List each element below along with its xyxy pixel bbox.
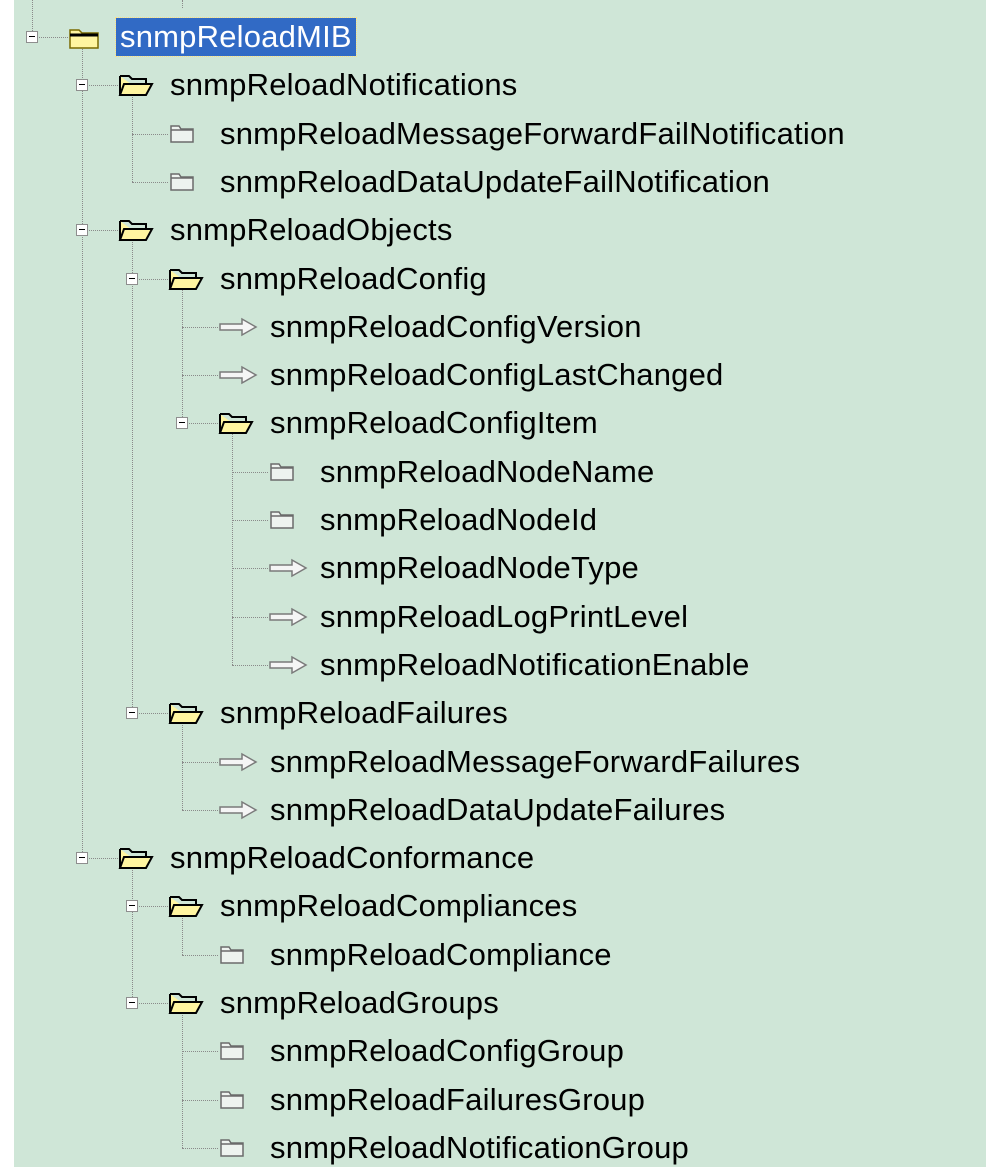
tree-connector-line — [132, 182, 168, 183]
tree-node[interactable]: snmpReloadGroups — [14, 980, 986, 1026]
tree-connector-line — [182, 762, 218, 763]
scalar-arrow-icon — [218, 364, 258, 391]
tree-connector-line — [182, 810, 218, 811]
folder-open-icon — [168, 266, 204, 297]
scalar-arrow-icon — [268, 606, 308, 633]
tree-connector-line — [182, 1100, 218, 1101]
collapse-toggle-icon[interactable] — [76, 852, 88, 864]
tree-connector-line — [232, 472, 268, 473]
collapse-toggle-icon[interactable] — [126, 707, 138, 719]
tree-connector-line — [232, 520, 268, 521]
tree-node-label[interactable]: snmpReloadMIB — [115, 17, 357, 57]
tree-node-label[interactable]: snmpReloadMessageForwardFailNotification — [216, 115, 849, 153]
scalar-arrow-icon — [218, 316, 258, 343]
tree-node-label[interactable]: snmpReloadConformance — [166, 839, 538, 877]
tree-connector-line — [182, 1051, 218, 1052]
tree-connector-line — [232, 665, 268, 666]
notification-icon — [268, 459, 296, 488]
collapse-toggle-icon[interactable] — [126, 900, 138, 912]
tree-node[interactable]: snmpReloadConfigLastChanged — [14, 352, 986, 398]
folder-closed-icon — [68, 24, 100, 55]
tree-node-label[interactable]: snmpReloadCompliances — [216, 887, 581, 925]
tree-node[interactable]: snmpReloadConfigVersion — [14, 304, 986, 350]
scalar-arrow-icon — [218, 751, 258, 778]
tree-node-label[interactable]: snmpReloadCompliance — [266, 936, 616, 974]
notification-icon — [218, 1087, 246, 1116]
tree-node[interactable]: snmpReloadObjects — [14, 207, 986, 253]
notification-icon — [268, 507, 296, 536]
scalar-arrow-icon — [218, 799, 258, 826]
tree-node[interactable]: snmpReloadDataUpdateFailNotification — [14, 159, 986, 205]
tree-node[interactable]: snmpReloadConfigGroup — [14, 1028, 986, 1074]
tree-node-label[interactable]: snmpReloadNodeName — [316, 453, 658, 491]
tree-node[interactable]: snmpReloadNodeId — [14, 497, 986, 543]
tree-node[interactable]: snmpReloadFailuresGroup — [14, 1077, 986, 1123]
folder-open-icon — [168, 990, 204, 1021]
tree-node[interactable]: snmpReloadCompliances — [14, 883, 986, 929]
tree-connector-line — [132, 134, 168, 135]
notification-icon — [218, 1135, 246, 1164]
tree-connector-line — [182, 327, 218, 328]
tree-node-label[interactable]: snmpReloadConfigItem — [266, 404, 602, 442]
tree-connector-line — [182, 1148, 218, 1149]
tree-view-border — [986, 0, 990, 1167]
tree-node-label[interactable]: snmpReloadNotifications — [166, 66, 522, 104]
tree-node-label[interactable]: snmpReloadGroups — [216, 984, 503, 1022]
tree-connector-line — [182, 955, 218, 956]
tree-node[interactable]: snmpReloadNodeName — [14, 449, 986, 495]
tree-node-label[interactable]: snmpReloadNotificationGroup — [266, 1129, 693, 1167]
tree-connector-line — [232, 568, 268, 569]
tree-node-label[interactable]: snmpReloadObjects — [166, 211, 457, 249]
folder-open-icon — [118, 72, 154, 103]
folder-open-icon — [118, 217, 154, 248]
tree-node-label[interactable]: snmpReloadConfig — [216, 260, 491, 298]
folder-open-icon — [218, 410, 254, 441]
tree-node-label[interactable]: snmpReloadNodeType — [316, 549, 643, 587]
tree-connector-line — [232, 617, 268, 618]
folder-open-icon — [118, 845, 154, 876]
tree-node[interactable]: snmpReloadFailures — [14, 690, 986, 736]
tree-node-label[interactable]: snmpReloadMessageForwardFailures — [266, 743, 804, 781]
tree-connector-line — [182, 375, 218, 376]
tree-connector-line — [182, 0, 183, 8]
tree-node[interactable]: snmpReloadCompliance — [14, 932, 986, 978]
tree-node[interactable]: snmpReloadMessageForwardFailures — [14, 739, 986, 785]
tree-node-label[interactable]: snmpReloadFailuresGroup — [266, 1081, 649, 1119]
scalar-arrow-icon — [268, 654, 308, 681]
tree-node-label[interactable]: snmpReloadDataUpdateFailNotification — [216, 163, 774, 201]
tree-node[interactable]: snmpReloadNotifications — [14, 62, 986, 108]
tree-node[interactable]: snmpReloadConfig — [14, 256, 986, 302]
collapse-toggle-icon[interactable] — [76, 224, 88, 236]
collapse-toggle-icon[interactable] — [26, 31, 38, 43]
tree-node[interactable]: snmpReloadNodeType — [14, 545, 986, 591]
folder-open-icon — [168, 700, 204, 731]
tree-node-label[interactable]: snmpReloadDataUpdateFailures — [266, 791, 729, 829]
tree-node[interactable]: snmpReloadMIB — [14, 14, 986, 60]
collapse-toggle-icon[interactable] — [76, 79, 88, 91]
tree-node-label[interactable]: snmpReloadConfigVersion — [266, 308, 646, 346]
tree-node-label[interactable]: snmpReloadNodeId — [316, 501, 601, 539]
tree-node[interactable]: snmpReloadNotificationEnable — [14, 642, 986, 688]
mib-tree-view[interactable]: snmpReloadMIB snmpReloadNotifications sn… — [14, 0, 986, 1167]
tree-node-label[interactable]: snmpReloadConfigGroup — [266, 1032, 628, 1070]
folder-open-icon — [168, 893, 204, 924]
tree-node-label[interactable]: snmpReloadNotificationEnable — [316, 646, 754, 684]
tree-node-label[interactable]: snmpReloadConfigLastChanged — [266, 356, 727, 394]
tree-node[interactable]: snmpReloadLogPrintLevel — [14, 594, 986, 640]
scalar-arrow-icon — [268, 557, 308, 584]
tree-node[interactable]: snmpReloadDataUpdateFailures — [14, 787, 986, 833]
collapse-toggle-icon[interactable] — [176, 417, 188, 429]
collapse-toggle-icon[interactable] — [126, 997, 138, 1009]
notification-icon — [218, 1038, 246, 1067]
tree-node-label[interactable]: snmpReloadLogPrintLevel — [316, 598, 692, 636]
notification-icon — [218, 942, 246, 971]
notification-icon — [168, 169, 196, 198]
tree-node[interactable]: snmpReloadConformance — [14, 835, 986, 881]
tree-node[interactable]: snmpReloadConfigItem — [14, 400, 986, 446]
collapse-toggle-icon[interactable] — [126, 273, 138, 285]
tree-node-label[interactable]: snmpReloadFailures — [216, 694, 512, 732]
notification-icon — [168, 121, 196, 150]
tree-node[interactable]: snmpReloadMessageForwardFailNotification — [14, 111, 986, 157]
tree-node[interactable]: snmpReloadNotificationGroup — [14, 1125, 986, 1167]
